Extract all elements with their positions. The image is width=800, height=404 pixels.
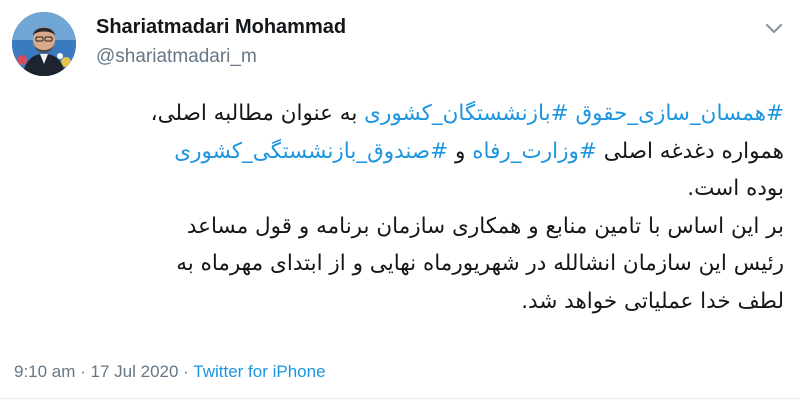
tweet-text: #همسان_سازی_حقوق #بازنشستگان_کشوری به عن…	[14, 95, 784, 320]
hashtag-link[interactable]: #همسان_سازی_حقوق	[575, 101, 784, 126]
hashtag-link[interactable]: #بازنشستگان_کشوری	[364, 101, 568, 126]
display-name[interactable]: Shariatmadari Mohammad	[96, 14, 346, 40]
hashtag-link[interactable]: #وزارت_رفاه	[472, 139, 597, 164]
tweet-line: بوده است.	[687, 176, 784, 201]
hashtag-link[interactable]: #صندوق_بازنشستگی_کشوری	[174, 139, 448, 164]
divider	[0, 398, 800, 399]
tweet-line: #همسان_سازی_حقوق #بازنشستگان_کشوری به عن…	[14, 95, 784, 133]
tweet-text-segment: به عنوان مطالبه اصلی،	[150, 101, 365, 126]
chevron-down-icon	[765, 23, 783, 34]
tweet-text-segment: همواره دغدغه اصلی	[596, 138, 784, 164]
tweet-line: رئیس این سازمان انشالله در شهریورماه نها…	[176, 251, 784, 276]
avatar[interactable]	[12, 12, 76, 76]
tweet-line: لطف خدا عملیاتی خواهد شد.	[521, 288, 784, 314]
user-header: Shariatmadari Mohammad @shariatmadari_m	[96, 14, 346, 70]
tweet-line: همواره دغدغه اصلی #وزارت_رفاه و #صندوق_ب…	[14, 133, 784, 171]
tweet-menu-button[interactable]	[760, 14, 788, 42]
tweet-source-link[interactable]: Twitter for iPhone	[193, 362, 325, 381]
tweet-time[interactable]: 9:10 am	[14, 362, 75, 381]
tweet-text-segment: و	[448, 138, 473, 164]
profile-photo	[12, 12, 76, 76]
meta-separator: ·	[178, 362, 194, 381]
meta-separator: ·	[75, 362, 91, 381]
tweet-line: بر این اساس با تامین منابع و همکاری سازم…	[186, 213, 784, 239]
user-handle[interactable]: @shariatmadari_m	[96, 44, 346, 70]
tweet-meta: 9:10 am · 17 Jul 2020 · Twitter for iPho…	[14, 360, 326, 384]
tweet-date[interactable]: 17 Jul 2020	[91, 362, 179, 381]
